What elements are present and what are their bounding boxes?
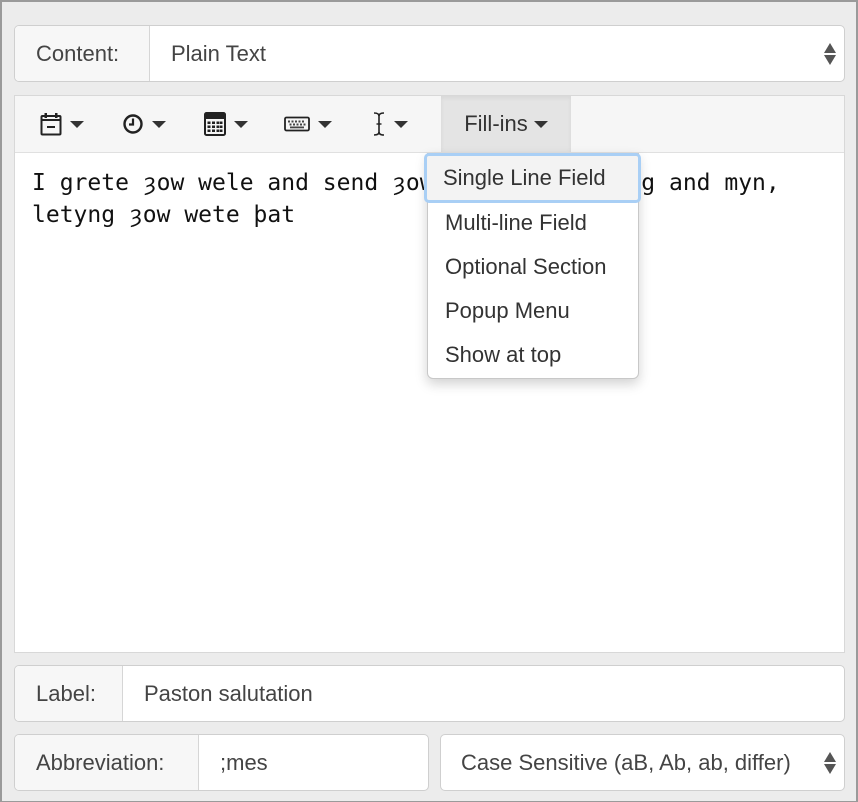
select-arrows-icon: [824, 42, 836, 65]
menu-item-optional-section[interactable]: Optional Section: [428, 245, 638, 289]
select-arrows-icon: [824, 751, 836, 774]
text-cursor-icon: [372, 111, 386, 137]
case-sensitivity-value: Case Sensitive (aB, Ab, ab, differ): [461, 749, 791, 775]
insert-keystroke-button[interactable]: [267, 96, 349, 152]
fill-ins-button[interactable]: Fill-ins: [441, 96, 571, 152]
insert-time-button[interactable]: [103, 96, 185, 152]
fill-ins-label: Fill-ins: [464, 111, 528, 136]
abbreviation-field-label: Abbreviation:: [15, 735, 199, 790]
editor-toolbar: Fill-ins: [15, 96, 844, 153]
fill-ins-menu: Single Line Field Multi-line Field Optio…: [424, 153, 641, 379]
snippet-content-textarea[interactable]: I grete ȝow wele and send ȝow goddys bly…: [15, 153, 815, 245]
chevron-down-icon: [70, 120, 84, 128]
menu-item-single-line-field[interactable]: Single Line Field: [424, 153, 641, 203]
menu-item-popup-menu[interactable]: Popup Menu: [428, 289, 638, 333]
label-group: Label: Paston salutation: [14, 665, 845, 722]
chevron-down-icon: [234, 120, 248, 128]
abbreviation-group: Abbreviation: ;mes: [14, 734, 429, 791]
chevron-down-icon: [394, 120, 408, 128]
calendar-icon: [40, 112, 62, 136]
label-input[interactable]: Paston salutation: [123, 666, 844, 721]
case-sensitivity-select[interactable]: Case Sensitive (aB, Ab, ab, differ): [441, 735, 844, 790]
content-type-select[interactable]: Plain Text: [150, 26, 844, 81]
chevron-down-icon: [318, 120, 332, 128]
menu-item-show-at-top[interactable]: Show at top: [428, 333, 638, 377]
insert-cursor-button[interactable]: [349, 96, 431, 152]
chevron-down-icon: [533, 120, 548, 128]
content-type-group: Content: Plain Text: [14, 25, 845, 82]
abbreviation-input[interactable]: ;mes: [199, 735, 428, 790]
clock-icon: [122, 113, 144, 135]
keyboard-icon: [284, 116, 310, 132]
content-label: Content:: [15, 26, 150, 81]
insert-calculation-button[interactable]: [185, 96, 267, 152]
case-sensitivity-group: Case Sensitive (aB, Ab, ab, differ): [440, 734, 845, 791]
chevron-down-icon: [152, 120, 166, 128]
insert-date-button[interactable]: [21, 96, 103, 152]
content-type-value: Plain Text: [171, 40, 266, 66]
calculator-icon: [204, 112, 226, 136]
menu-item-multi-line-field[interactable]: Multi-line Field: [428, 201, 638, 245]
label-field-label: Label:: [15, 666, 123, 721]
